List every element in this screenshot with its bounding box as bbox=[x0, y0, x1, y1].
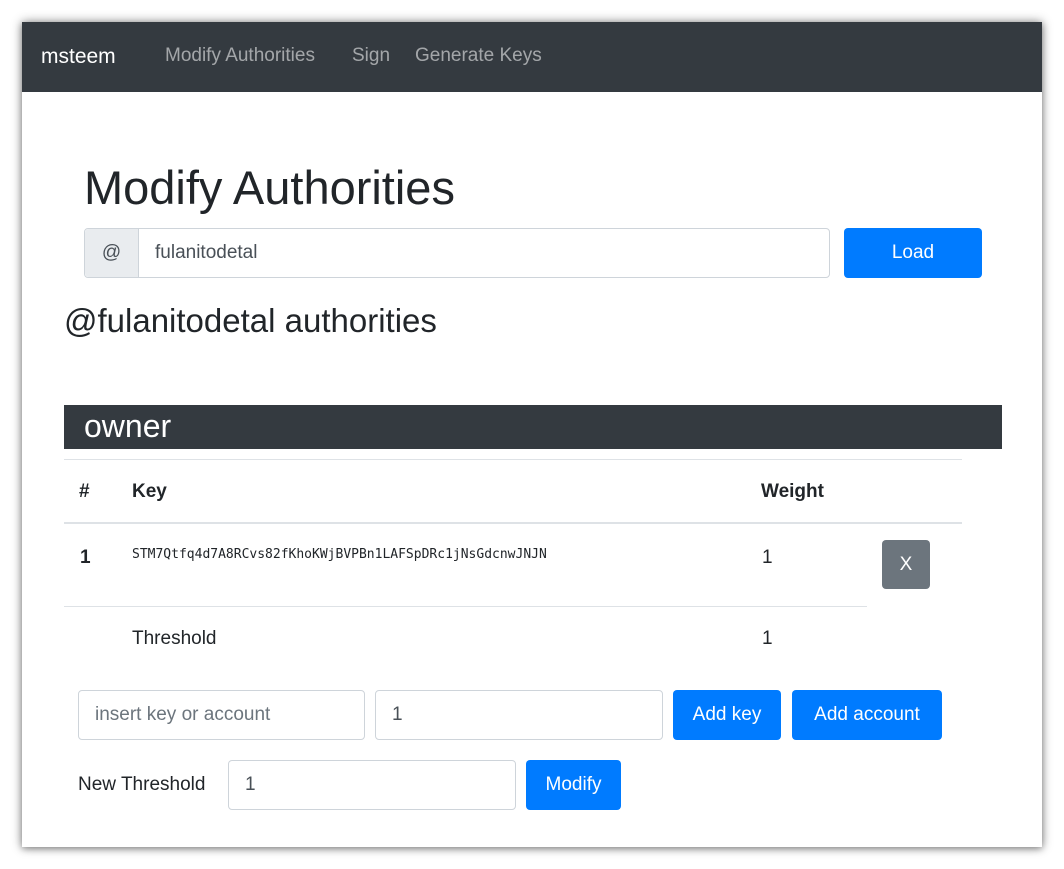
nav-link-modify-authorities[interactable]: Modify Authorities bbox=[165, 45, 315, 67]
new-weight-input[interactable] bbox=[375, 690, 663, 740]
app-window: msteem Modify Authorities Sign Generate … bbox=[22, 22, 1042, 847]
account-input[interactable] bbox=[138, 229, 828, 277]
remove-key-button[interactable]: X bbox=[882, 540, 930, 589]
threshold-label: Threshold bbox=[132, 628, 217, 649]
account-input-group: @ bbox=[84, 228, 830, 278]
row-key: STM7Qtfq4d7A8RCvs82fKhoKWjBVPBn1LAFSpDRc… bbox=[132, 547, 547, 562]
nav-link-sign[interactable]: Sign bbox=[352, 45, 390, 67]
at-prefix: @ bbox=[85, 229, 139, 277]
navbar-brand[interactable]: msteem bbox=[41, 45, 116, 69]
column-header-number: # bbox=[79, 481, 90, 502]
new-threshold-label: New Threshold bbox=[78, 774, 206, 795]
column-header-key: Key bbox=[132, 481, 167, 502]
owner-section-title: owner bbox=[84, 408, 172, 444]
nav-link-generate-keys[interactable]: Generate Keys bbox=[415, 45, 542, 67]
modify-button[interactable]: Modify bbox=[526, 760, 621, 810]
owner-section-header: owner bbox=[64, 405, 1002, 449]
page-title: Modify Authorities bbox=[84, 161, 455, 214]
add-key-button[interactable]: Add key bbox=[673, 690, 781, 740]
new-key-input[interactable] bbox=[78, 690, 365, 740]
threshold-value: 1 bbox=[762, 628, 773, 649]
row-number: 1 bbox=[80, 547, 91, 568]
add-account-button[interactable]: Add account bbox=[792, 690, 942, 740]
column-header-weight: Weight bbox=[761, 481, 824, 502]
row-weight: 1 bbox=[762, 547, 773, 568]
authorities-subtitle: @fulanitodetal authorities bbox=[64, 302, 437, 339]
navbar: msteem Modify Authorities Sign Generate … bbox=[22, 22, 1042, 92]
table-header-divider bbox=[64, 522, 962, 524]
new-threshold-input[interactable] bbox=[228, 760, 516, 810]
load-button[interactable]: Load bbox=[844, 228, 982, 278]
table-top-divider bbox=[64, 459, 962, 460]
table-row-divider bbox=[64, 606, 867, 607]
